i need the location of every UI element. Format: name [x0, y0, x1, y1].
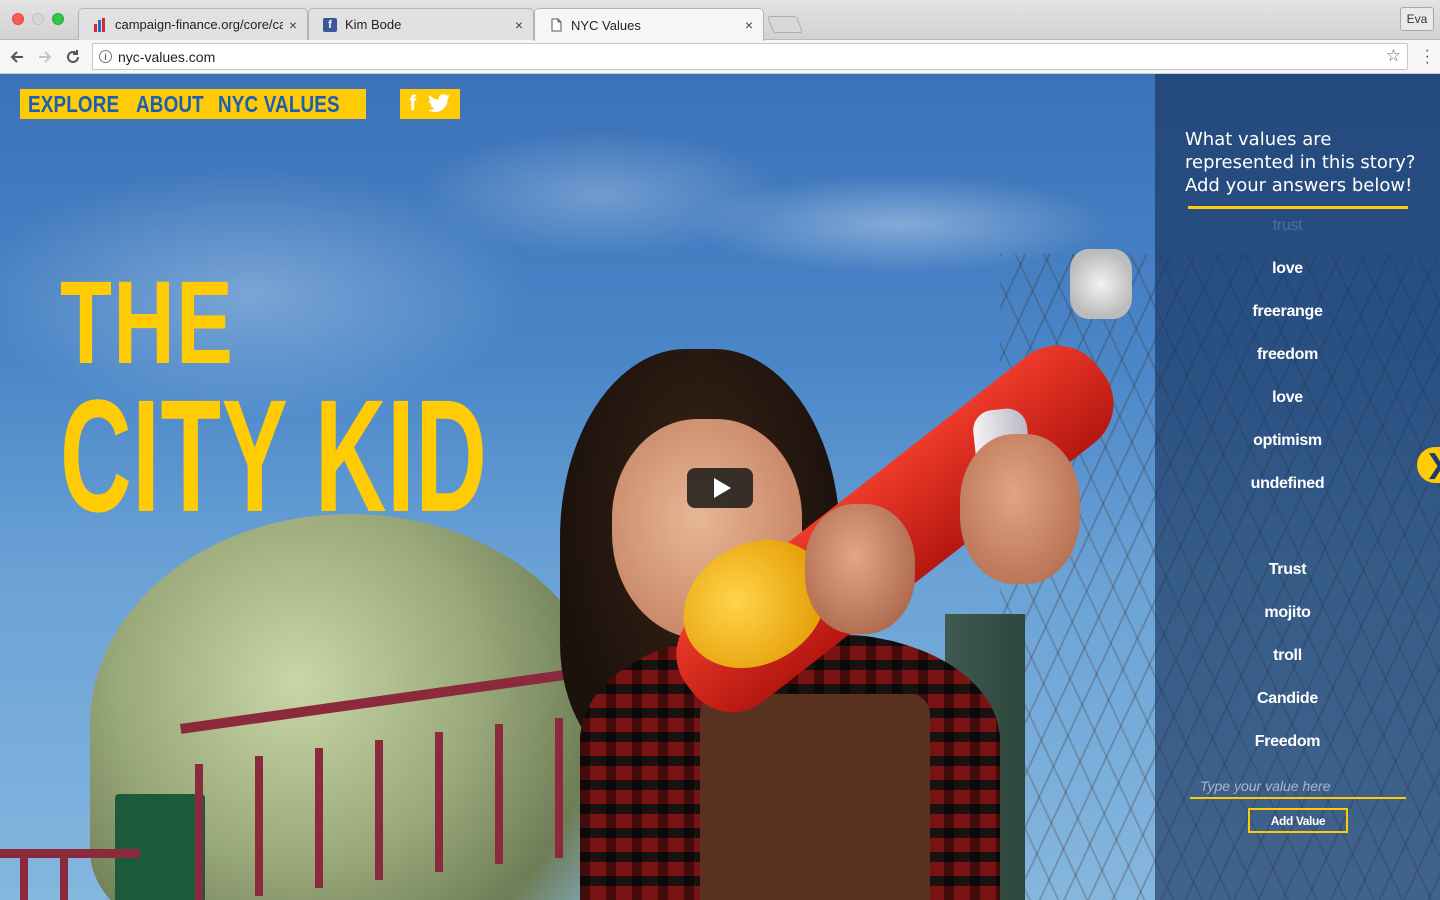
page-content: EXPLORE ABOUT NYC VALUES f THE CITY KID …: [0, 74, 1440, 900]
nav-explore-link[interactable]: EXPLORE: [28, 91, 125, 118]
story-title-line2: CITY KID: [60, 366, 488, 545]
browser-tab-kim-bode[interactable]: f Kim Bode ×: [308, 8, 534, 40]
value-item: Freedom: [1254, 733, 1321, 750]
bookmark-star-icon[interactable]: ☆: [1386, 46, 1401, 66]
divider: [1188, 206, 1408, 209]
kid-hand-left: [805, 504, 915, 634]
value-item: undefined: [1250, 475, 1325, 492]
value-item: love: [1272, 389, 1303, 406]
forward-arrow-icon[interactable]: [34, 46, 56, 68]
tab-close-icon[interactable]: ×: [515, 17, 523, 33]
play-icon: [713, 478, 731, 498]
new-tab-button[interactable]: [766, 16, 804, 33]
kid-hand-right: [960, 434, 1080, 584]
maximize-window-button[interactable]: [52, 13, 64, 25]
minimize-window-button[interactable]: [32, 13, 44, 25]
browser-toolbar: i nyc-values.com ☆ · · ·: [0, 40, 1440, 74]
browser-menu-icon[interactable]: · · ·: [1425, 43, 1430, 71]
nav-nyc-values-link[interactable]: NYC VALUES: [218, 91, 341, 118]
browser-titlebar: campaign-finance.org/core/ca × f Kim Bod…: [0, 0, 1440, 41]
value-item-faded: trust: [1272, 217, 1303, 234]
kid-apron: [700, 694, 930, 900]
value-item: Candide: [1256, 690, 1319, 707]
profile-button[interactable]: Eva: [1400, 7, 1434, 31]
facebook-icon[interactable]: f: [409, 92, 416, 116]
tab-title: campaign-finance.org/core/ca: [115, 17, 283, 32]
value-item: troll: [1273, 647, 1302, 664]
reload-icon[interactable]: [62, 46, 84, 68]
close-window-button[interactable]: [12, 13, 24, 25]
value-item: mojito: [1264, 604, 1311, 621]
back-arrow-icon[interactable]: [6, 46, 28, 68]
browser-tab-nyc-values[interactable]: NYC Values ×: [534, 8, 764, 41]
chevron-right-icon: ❯: [1425, 450, 1440, 480]
video-play-button[interactable]: [687, 468, 753, 508]
twitter-icon[interactable]: [427, 94, 451, 114]
bar-chart-favicon-icon: [93, 17, 107, 32]
value-item: Trust: [1268, 561, 1307, 578]
main-nav: EXPLORE ABOUT NYC VALUES: [20, 89, 366, 119]
browser-tab-campaign-finance[interactable]: campaign-finance.org/core/ca ×: [78, 8, 308, 40]
facebook-favicon-icon: f: [323, 17, 337, 32]
values-question: What values are represented in this stor…: [1185, 129, 1416, 196]
page-favicon-icon: [549, 18, 563, 32]
tab-title: Kim Bode: [345, 17, 402, 32]
info-icon[interactable]: i: [99, 50, 112, 63]
add-value-button[interactable]: Add Value: [1248, 808, 1348, 833]
nav-about-link[interactable]: ABOUT: [136, 91, 211, 118]
tab-close-icon[interactable]: ×: [289, 17, 297, 33]
url-text: nyc-values.com: [118, 48, 216, 65]
value-item: freerange: [1252, 303, 1323, 320]
value-item: love: [1272, 260, 1303, 277]
tab-title: NYC Values: [571, 17, 641, 33]
value-item: optimism: [1253, 432, 1322, 449]
tab-close-icon[interactable]: ×: [745, 17, 753, 33]
value-input[interactable]: [1190, 775, 1406, 799]
values-sidebar: What values are represented in this stor…: [1155, 74, 1440, 900]
address-bar[interactable]: i nyc-values.com ☆: [92, 43, 1408, 70]
social-links: f: [400, 89, 460, 119]
story-title: THE CITY KID: [60, 264, 750, 536]
story-title-line1: THE: [60, 257, 235, 389]
water-gun-nozzle: [1070, 249, 1132, 319]
value-item: freedom: [1256, 346, 1319, 363]
